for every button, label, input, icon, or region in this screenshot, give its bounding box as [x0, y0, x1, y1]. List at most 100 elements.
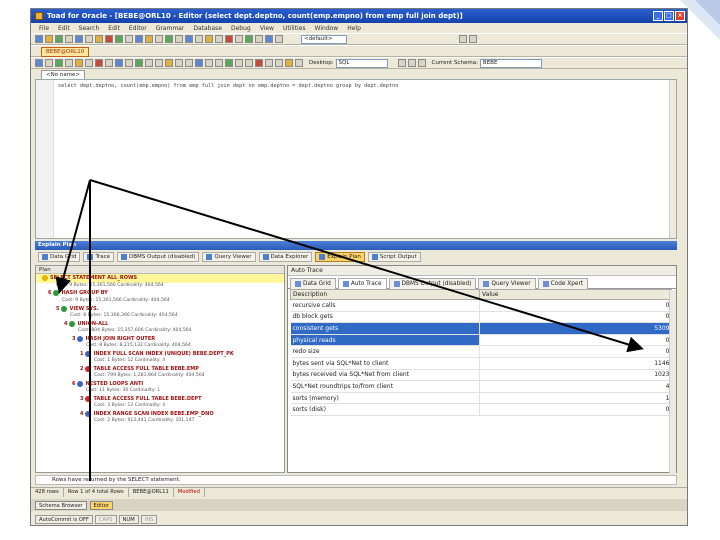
tool-icon[interactable]	[145, 59, 153, 67]
plan-node[interactable]: 1 INDEX FULL SCAN INDEX (UNIQUE) BEBE.DEP…	[80, 351, 234, 357]
task-schema-browser[interactable]: Schema Browser	[35, 500, 87, 510]
sql-icon[interactable]	[145, 35, 153, 43]
tool-icon[interactable]	[185, 35, 193, 43]
plan-node[interactable]: 4 UNION-ALL	[64, 321, 108, 327]
desktop-combo[interactable]: SQL	[335, 58, 388, 68]
schema-icon[interactable]	[125, 35, 133, 43]
task-editor[interactable]: Editor	[89, 500, 113, 510]
table-row[interactable]: redo size 0	[290, 345, 672, 358]
auto-trace-scrollbar[interactable]	[669, 290, 676, 473]
tool-icon[interactable]	[205, 59, 213, 67]
menu-item[interactable]: Help	[347, 25, 361, 32]
menu-item[interactable]: File	[39, 25, 49, 32]
plan-node[interactable]: SELECT STATEMENT ALL_ROWS	[42, 275, 137, 281]
tool-icon[interactable]	[45, 59, 53, 67]
tab-trace[interactable]: Trace	[83, 252, 115, 262]
schema-combo[interactable]: BEBE	[479, 58, 542, 68]
table-row[interactable]: sorts (disk) 0	[290, 403, 672, 416]
tool-icon[interactable]	[55, 59, 63, 67]
menu-item[interactable]: View	[260, 25, 274, 32]
tool-icon[interactable]	[75, 59, 83, 67]
menu-item[interactable]: Utilities	[283, 25, 306, 32]
connection-tab[interactable]: BEBE@ORL10	[41, 46, 90, 57]
table-row[interactable]: recursive calls 0	[290, 299, 672, 312]
tool-icon[interactable]	[397, 59, 406, 67]
tool-icon[interactable]	[295, 59, 303, 67]
tool-icon[interactable]	[165, 59, 173, 67]
tool-icon[interactable]	[95, 59, 103, 67]
menu-item[interactable]: Editor	[129, 25, 147, 32]
tool-icon[interactable]	[285, 59, 293, 67]
tool-icon[interactable]	[205, 35, 213, 43]
execute-icon[interactable]	[115, 35, 123, 43]
tool-icon[interactable]	[135, 59, 143, 67]
table-row[interactable]: bytes sent via SQL*Net to client 1146	[290, 357, 672, 370]
tool-icon[interactable]	[175, 35, 183, 43]
plan-node[interactable]: 5 VIEW SYS.	[56, 306, 99, 312]
tab-auto-trace[interactable]: Auto Trace	[337, 278, 387, 289]
tool-icon[interactable]	[459, 35, 467, 43]
tab-data-grid[interactable]: Data Grid	[290, 278, 336, 289]
save-icon[interactable]	[55, 35, 63, 43]
open-icon[interactable]	[45, 35, 53, 43]
maximize-icon[interactable]: □	[664, 11, 674, 21]
tab-script-output[interactable]: Script Output	[367, 252, 421, 262]
sql-editor[interactable]: select dept.deptno, count(emp.empno) fro…	[35, 79, 677, 239]
table-row-selected[interactable]: consistent gets 5309	[290, 322, 672, 335]
copy-icon[interactable]	[85, 35, 93, 43]
tool-icon[interactable]	[235, 35, 243, 43]
stop-icon[interactable]	[105, 35, 113, 43]
tool-icon[interactable]	[275, 35, 283, 43]
table-row[interactable]: db block gets 0	[290, 311, 672, 324]
tool-icon[interactable]	[35, 59, 43, 67]
tool-icon[interactable]	[105, 59, 113, 67]
tool-icon[interactable]	[407, 59, 416, 67]
menu-item[interactable]: Database	[193, 25, 222, 32]
tab-explain-plan[interactable]: Explain Plan	[315, 252, 365, 262]
editor-scrollbar[interactable]	[669, 80, 676, 238]
editor-tab[interactable]: <No name>	[41, 70, 86, 79]
tab-query-viewer[interactable]: Query Viewer	[202, 252, 256, 262]
tool-icon[interactable]	[469, 35, 477, 43]
plan-node[interactable]: 6 NESTED LOOPS ANTI	[72, 381, 143, 387]
menu-item[interactable]: Search	[79, 25, 100, 32]
table-row[interactable]: SQL*Net roundtrips to/from client 4	[290, 380, 672, 393]
tab-data-grid[interactable]: Data Grid	[38, 252, 81, 262]
tool-icon[interactable]	[417, 59, 426, 67]
tool-icon[interactable]	[235, 59, 243, 67]
tab-dbms-output[interactable]: DBMS Output (disabled)	[388, 278, 477, 289]
tool-icon[interactable]	[255, 35, 263, 43]
tool-icon[interactable]	[255, 59, 263, 67]
menu-item[interactable]: Debug	[231, 25, 251, 32]
tab-dbms-output[interactable]: DBMS Output (disabled)	[117, 252, 200, 262]
tool-icon[interactable]	[115, 59, 123, 67]
table-row[interactable]: sorts (memory) 1	[290, 392, 672, 405]
tool-icon[interactable]	[215, 59, 223, 67]
tool-icon[interactable]	[155, 59, 163, 67]
plan-node[interactable]: 6 HASH GROUP BY	[48, 290, 108, 296]
plan-node[interactable]: 3 TABLE ACCESS FULL TABLE BEBE.DEPT	[80, 396, 202, 402]
column-header[interactable]: Value	[479, 289, 672, 300]
tab-code-xpert[interactable]: Code Xpert	[537, 278, 589, 289]
connect-icon[interactable]	[165, 35, 173, 43]
plan-node[interactable]: 3 HASH JOIN RIGHT OUTER	[72, 336, 155, 342]
autocommit-status[interactable]: AutoCommit is OFF	[35, 514, 93, 524]
default-combo[interactable]: <default>	[301, 34, 347, 44]
tab-query-viewer[interactable]: Query Viewer	[478, 278, 536, 289]
tool-icon[interactable]	[175, 59, 183, 67]
menu-item[interactable]: Grammar	[156, 25, 185, 32]
cut-icon[interactable]	[75, 35, 83, 43]
plan-node[interactable]: 2 TABLE ACCESS FULL TABLE BEBE.EMP	[80, 366, 199, 372]
column-header[interactable]: Description	[290, 289, 480, 300]
table-row[interactable]: bytes received via SQL*Net from client 10…	[290, 369, 672, 382]
tool-icon[interactable]	[215, 35, 223, 43]
new-icon[interactable]	[35, 35, 43, 43]
tool-icon[interactable]	[275, 59, 283, 67]
explain-plan-tree[interactable]: Plan SELECT STATEMENT ALL_ROWS Cost: 9 B…	[35, 265, 285, 473]
print-icon[interactable]	[65, 35, 73, 43]
tool-icon[interactable]	[225, 35, 233, 43]
tool-icon[interactable]	[195, 35, 203, 43]
table-row-selected[interactable]: physical reads 0	[290, 334, 672, 347]
tool-icon[interactable]	[65, 59, 73, 67]
tool-icon[interactable]	[225, 59, 233, 67]
